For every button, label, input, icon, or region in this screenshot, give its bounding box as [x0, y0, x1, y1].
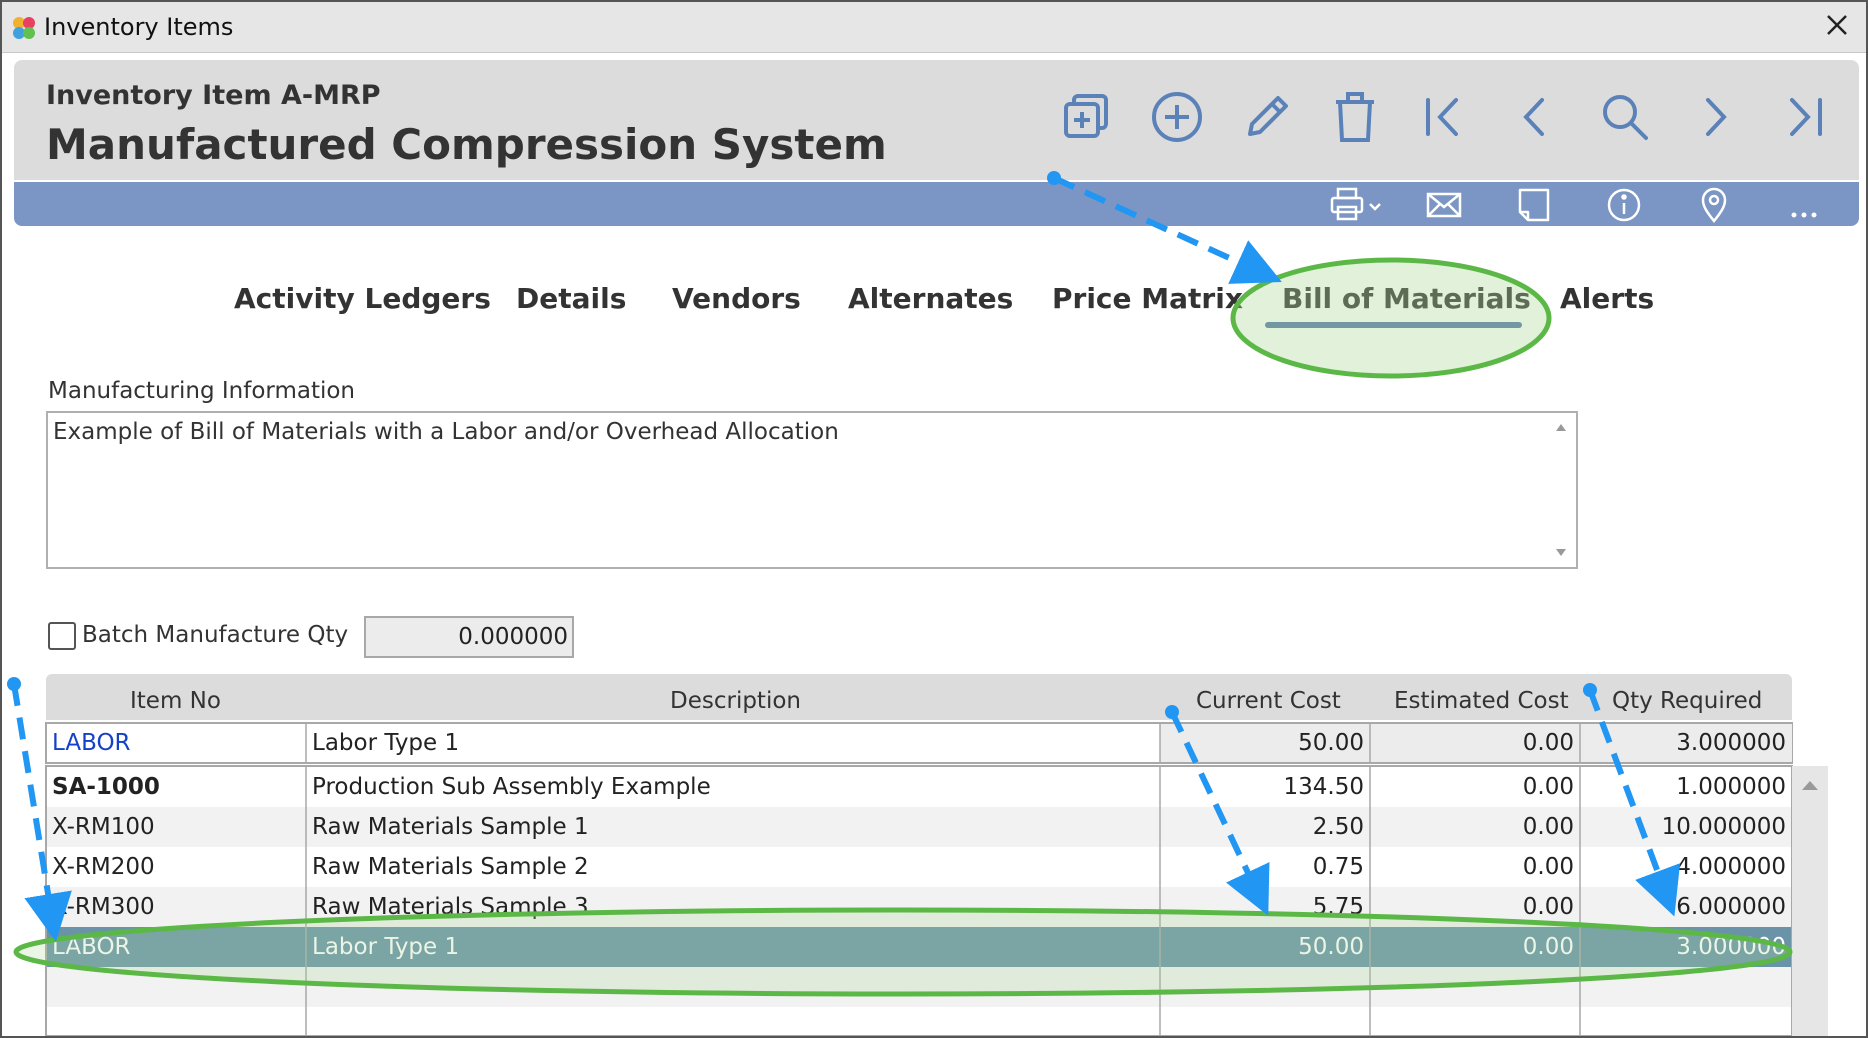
row-estimated-cost: 0.00	[1522, 854, 1574, 880]
row-item-no: LABOR	[52, 934, 131, 960]
grid-lines	[45, 722, 1828, 1036]
row-qty-required: 6.000000	[1676, 894, 1786, 920]
row-estimated-cost: 0.00	[1522, 774, 1574, 800]
row-item-no: X-RM100	[52, 814, 155, 840]
row-current-cost: 5.75	[1312, 894, 1364, 920]
grid-scrollbar	[1792, 766, 1828, 1036]
entry-description[interactable]: Labor Type 1	[312, 724, 459, 756]
row-item-no: X-RM200	[52, 854, 155, 880]
row-description: Production Sub Assembly Example	[312, 774, 711, 800]
row-current-cost: 2.50	[1312, 814, 1364, 840]
row-item-no: SA-1000	[52, 774, 160, 800]
row-description: Raw Materials Sample 1	[312, 814, 589, 840]
row-qty-required: 1.000000	[1676, 774, 1786, 800]
row-qty-required: 4.000000	[1676, 854, 1786, 880]
row-estimated-cost: 0.00	[1522, 894, 1574, 920]
row-estimated-cost: 0.00	[1522, 934, 1574, 960]
row-current-cost: 50.00	[1298, 934, 1364, 960]
entry-qty-required[interactable]: 3.000000	[1580, 724, 1786, 756]
row-qty-required: 3.000000	[1676, 934, 1786, 960]
entry-current-cost[interactable]: 50.00	[1160, 724, 1364, 756]
row-item-no: X-RM300	[52, 894, 155, 920]
entry-estimated-cost[interactable]: 0.00	[1370, 724, 1574, 756]
entry-item-no[interactable]: LABOR	[52, 724, 131, 756]
row-description: Raw Materials Sample 3	[312, 894, 589, 920]
row-current-cost: 0.75	[1312, 854, 1364, 880]
row-description: Raw Materials Sample 2	[312, 854, 589, 880]
row-qty-required: 10.000000	[1661, 814, 1786, 840]
row-estimated-cost: 0.00	[1522, 814, 1574, 840]
inventory-items-window: Inventory Items Inventory Item A-MRP Man…	[0, 0, 1868, 1038]
row-current-cost: 134.50	[1283, 774, 1364, 800]
row-description: Labor Type 1	[312, 934, 460, 960]
